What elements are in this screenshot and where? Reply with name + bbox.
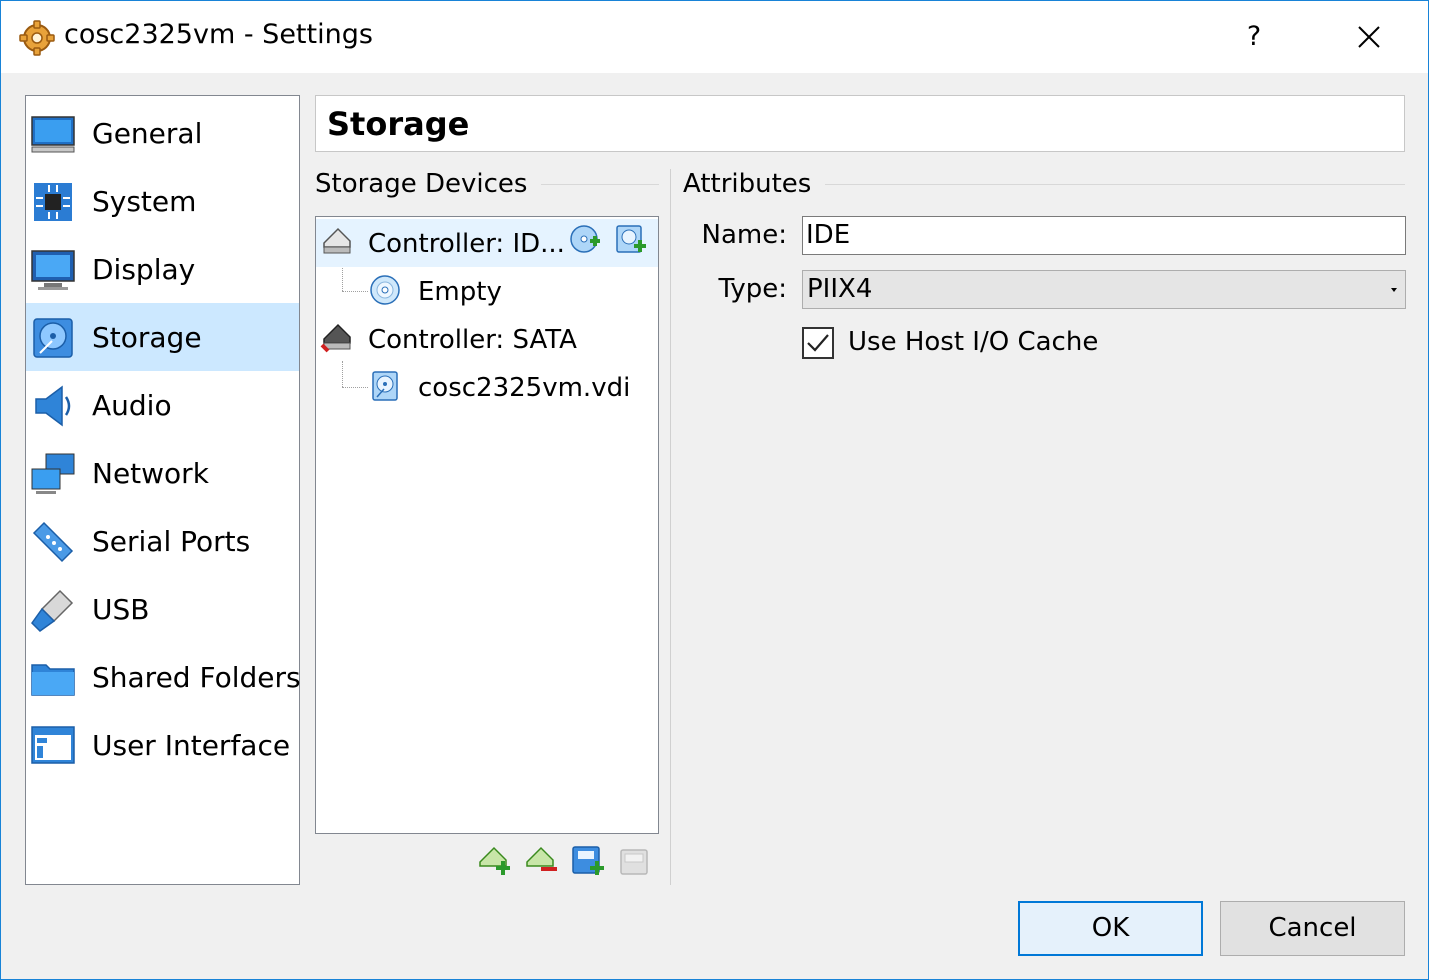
help-button[interactable]: ? <box>1229 17 1279 57</box>
cancel-button[interactable]: Cancel <box>1220 901 1405 956</box>
add-attachment-icon[interactable] <box>570 844 606 878</box>
host-io-cache-checkbox[interactable] <box>802 327 834 359</box>
tree-item-hard-disk[interactable]: cosc2325vm.vdi <box>316 363 658 411</box>
category-label: System <box>92 185 197 218</box>
name-label: Name: <box>701 220 787 250</box>
page-header: Storage <box>315 95 1405 152</box>
panel-separator <box>670 169 671 885</box>
category-usb[interactable]: USB <box>26 575 299 643</box>
controller-icon <box>323 227 351 254</box>
chip-icon <box>34 183 72 221</box>
category-system[interactable]: System <box>26 167 299 235</box>
type-select-value: PIIX4 <box>807 274 873 304</box>
tree-item-label: cosc2325vm.vdi <box>418 373 631 403</box>
category-display[interactable]: Display <box>26 235 299 303</box>
cd-icon <box>370 275 400 305</box>
hard-disk-icon <box>372 371 398 401</box>
display-icon <box>31 250 75 290</box>
category-label: Serial Ports <box>92 525 251 558</box>
category-serial-ports[interactable]: Serial Ports <box>26 507 299 575</box>
chevron-down-icon <box>1391 288 1397 292</box>
tree-item-label: Controller: SATA <box>368 325 577 355</box>
host-io-cache-label[interactable]: Use Host I/O Cache <box>848 327 1098 357</box>
storage-tree[interactable]: Controller: ID... Empty Controller: SATA… <box>315 216 659 834</box>
tree-item-label: Controller: ID... <box>368 229 565 259</box>
category-label: User Interface <box>92 729 291 762</box>
category-network[interactable]: Network <box>26 439 299 507</box>
add-controller-icon[interactable] <box>476 844 512 878</box>
category-shared-folders[interactable]: Shared Folders <box>26 643 301 711</box>
category-label: Audio <box>92 389 172 422</box>
remove-attachment-icon[interactable] <box>617 844 653 878</box>
storage-devices-label: Storage Devices <box>315 169 542 199</box>
category-audio[interactable]: Audio <box>26 371 299 439</box>
tree-item-controller-ide[interactable]: Controller: ID... <box>316 219 658 267</box>
add-hard-disk-icon[interactable] <box>614 223 648 257</box>
category-user-interface[interactable]: User Interface <box>26 711 299 779</box>
attributes-label: Attributes <box>683 169 826 199</box>
remove-controller-icon[interactable] <box>523 844 559 878</box>
category-general[interactable]: General <box>26 99 299 167</box>
category-label: Shared Folders <box>92 661 301 694</box>
tree-item-controller-sata[interactable]: Controller: SATA <box>316 315 658 363</box>
close-icon <box>1358 26 1380 48</box>
monitor-icon <box>31 116 75 153</box>
title-bar: cosc2325vm - Settings ? <box>1 1 1428 73</box>
tree-item-optical-drive[interactable]: Empty <box>316 267 658 315</box>
category-label: Display <box>92 253 196 286</box>
category-label: USB <box>92 593 150 626</box>
folder-icon <box>31 664 75 696</box>
category-label: Network <box>92 457 209 490</box>
add-optical-drive-icon[interactable] <box>568 223 602 257</box>
category-label: General <box>92 117 203 150</box>
disk-icon <box>33 318 73 358</box>
gear-icon <box>19 20 55 56</box>
page-title: Storage <box>327 105 470 143</box>
usb-icon <box>31 589 74 632</box>
network-icon <box>31 453 75 494</box>
type-label: Type: <box>718 274 787 304</box>
controller-icon <box>320 323 351 353</box>
window-title: cosc2325vm - Settings <box>64 19 373 50</box>
category-label: Storage <box>92 321 202 354</box>
close-button[interactable] <box>1341 17 1397 57</box>
checkmark-icon <box>807 334 829 352</box>
serial-port-icon <box>32 521 74 563</box>
category-list: General System Display Storage Audio Net… <box>25 95 301 885</box>
settings-dialog: cosc2325vm - Settings ? General System D… <box>0 0 1429 980</box>
speaker-icon <box>35 385 71 427</box>
ok-button[interactable]: OK <box>1018 901 1203 956</box>
name-input[interactable]: IDE <box>802 216 1406 255</box>
category-storage[interactable]: Storage <box>26 303 299 371</box>
window-icon <box>31 726 75 764</box>
tree-item-label: Empty <box>418 277 502 307</box>
type-select[interactable]: PIIX4 <box>802 270 1406 309</box>
